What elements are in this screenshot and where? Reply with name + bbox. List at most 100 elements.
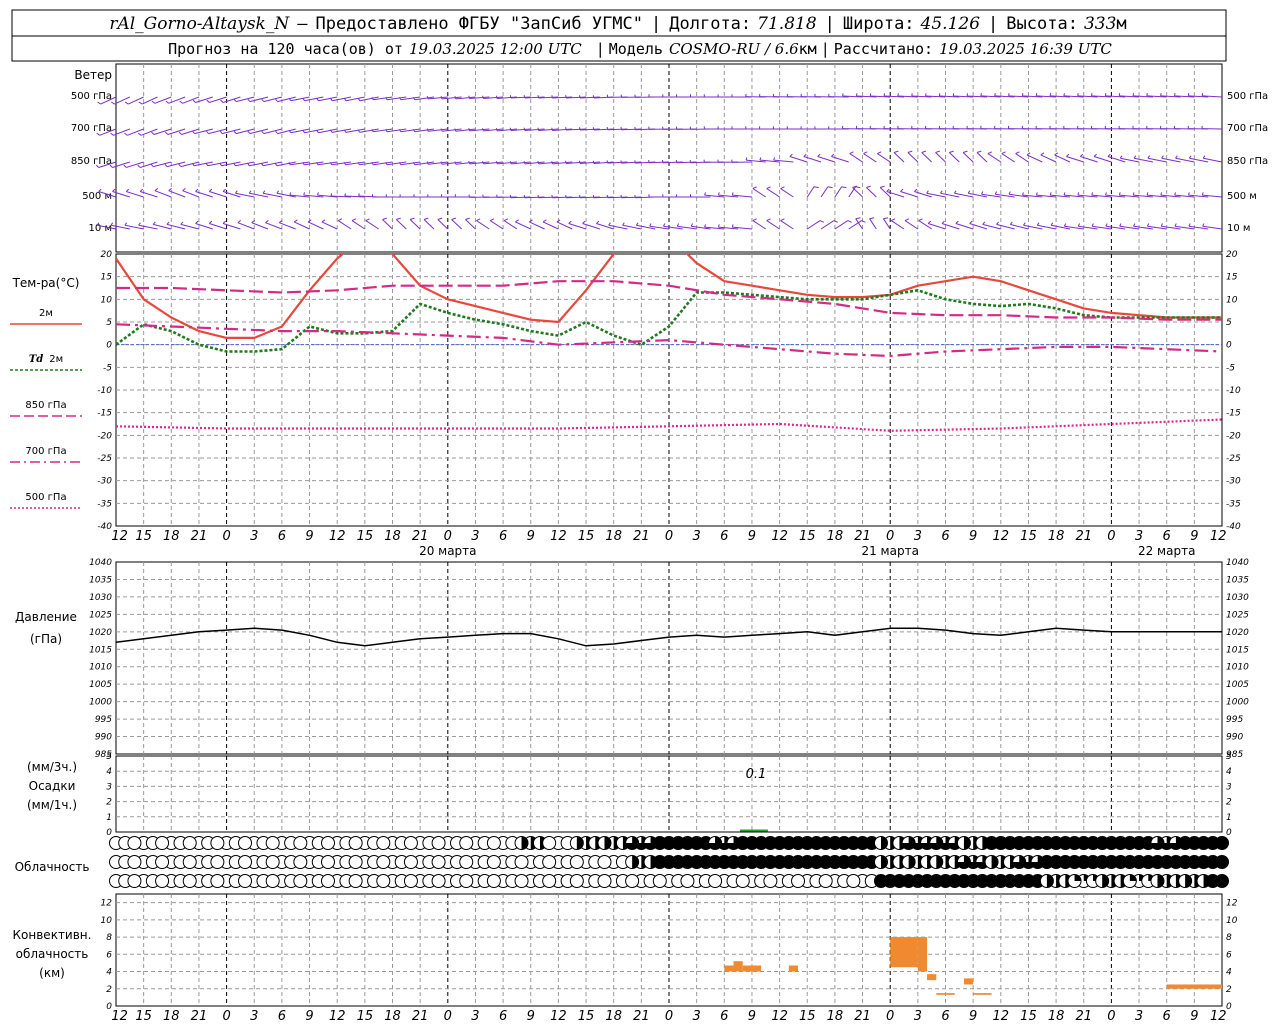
wind-barb [1201, 93, 1223, 98]
cloud-cover-middle [182, 855, 197, 869]
wind-barb-flag [1160, 92, 1162, 97]
wind-barb [454, 194, 476, 198]
cloud-cover-lower [1205, 874, 1220, 888]
wind-barb-flag [1036, 222, 1040, 226]
altitude-value: 333 [1084, 14, 1116, 34]
x-tick-label: 3 [914, 529, 922, 544]
cloud-cover-upper [652, 836, 667, 850]
wind-barb-shaft [437, 219, 449, 230]
x-tick-label: 15 [135, 529, 152, 544]
wind-barb-flag [219, 130, 223, 134]
x-tick-label: 21 [412, 529, 429, 544]
cloud-symbol-circle [708, 855, 723, 869]
wind-barb [869, 217, 877, 230]
wind-barb [1026, 152, 1043, 163]
y-tick-label-right: 990 [1226, 733, 1243, 743]
cloud-symbol-circle [293, 874, 308, 888]
wind-barb-shaft [780, 188, 794, 198]
cloud-symbol-circle [238, 874, 253, 888]
x-tick-label: 6 [278, 529, 286, 544]
wind-barb [496, 194, 517, 198]
wind-barb [752, 186, 767, 198]
wind-barb-shaft [941, 223, 960, 230]
wind-barb-flag [523, 161, 526, 165]
wind-barb-flag [409, 217, 415, 220]
x-tick-label: 6 [499, 1009, 507, 1024]
cloud-cover-lower [1039, 874, 1054, 888]
x-tick-label: 18 [1048, 529, 1065, 544]
wind-barb [780, 218, 794, 230]
cloud-cover-upper [1067, 836, 1082, 850]
wind-barb-shaft [337, 220, 352, 230]
y-tick-label: 0 [106, 341, 112, 351]
wind-barb-shaft [877, 153, 891, 163]
x-tick-label: 3 [471, 1009, 479, 1024]
cloud-cover-upper [486, 836, 501, 850]
y-tick-label: -10 [97, 386, 112, 396]
wind-barb-flag [423, 217, 429, 220]
wind-barb [515, 219, 531, 230]
cloud-symbol-circle [652, 874, 667, 888]
wind-barb-shaft [987, 153, 1002, 163]
convective-bar [890, 937, 918, 968]
wind-barb-flag [523, 127, 526, 131]
y-tick-label: 5 [106, 752, 112, 762]
wind-barb [921, 150, 933, 163]
cloud-symbol-circle [901, 874, 916, 888]
legend-700-label: 700 гПа [25, 446, 66, 457]
cloud-symbol-circle [348, 855, 363, 869]
cloud-cover-middle [348, 855, 363, 869]
cloud-symbol-circle [431, 855, 446, 869]
wind-barb-flag [819, 220, 825, 223]
wind-barb-flag [996, 221, 999, 225]
wind-barb-shaft [126, 191, 144, 198]
x-tick-label: 6 [941, 1009, 949, 1024]
wind-barb-flag [426, 96, 429, 100]
wind-barb-flag [247, 98, 251, 102]
x-tick-label: 6 [1163, 1009, 1171, 1024]
wind-barb-shaft [1001, 153, 1015, 163]
cloud-symbol-circle [320, 855, 335, 869]
clouds-title: Облачность [15, 860, 90, 874]
y-tick-label: 1 [106, 813, 112, 823]
cloud-cover-lower [1178, 874, 1193, 888]
wind-barb-flag [138, 222, 141, 226]
wind-barb-flag [275, 98, 278, 102]
wind-barb-flag [440, 128, 443, 132]
wind-barb-flag [523, 95, 526, 99]
y-tick-label-right: 1010 [1226, 663, 1249, 673]
x-tick-label: 18 [163, 1009, 180, 1024]
wind-barb-shaft [596, 223, 614, 230]
y-tick-label-right: 15 [1226, 273, 1238, 283]
wind-barb-flag [780, 218, 785, 222]
cloud-symbol-circle [376, 855, 391, 869]
y-tick-label-right: 8 [1226, 933, 1232, 943]
x-tick-label: 0 [444, 529, 452, 544]
wind-barb-flag [551, 161, 553, 165]
x-tick-label: 18 [384, 529, 401, 544]
wind-barb-shaft [1093, 156, 1112, 163]
latitude-label: Широта: [843, 14, 915, 34]
x-tick-label: 12 [111, 529, 128, 544]
cloud-cover-middle [403, 855, 418, 869]
x-tick-label: 0 [444, 1009, 452, 1024]
cloud-cover-lower [735, 874, 750, 888]
y-tick-label: 3 [106, 782, 112, 792]
wind-barb-flag [949, 150, 954, 153]
x-tick-label: 3 [693, 529, 701, 544]
wind-barb-flag [1202, 223, 1205, 227]
wind-barb [476, 218, 490, 230]
wind-barb-shaft [476, 220, 490, 230]
x-tick-label: 3 [471, 529, 479, 544]
wind-barb-flag [1079, 153, 1084, 157]
cloud-cover-lower [542, 874, 557, 888]
wind-barb-flag [111, 101, 115, 105]
wind-barb-flag [482, 161, 484, 165]
wind-barb-shaft [140, 191, 158, 198]
x-tick-label: 9 [1190, 1009, 1198, 1024]
wind-barb-flag [495, 161, 498, 165]
wind-barb-flag [579, 95, 581, 99]
wind-barb-shaft [503, 220, 518, 230]
cloud-cover-middle [901, 855, 916, 869]
wind-barb-flag [780, 186, 785, 190]
